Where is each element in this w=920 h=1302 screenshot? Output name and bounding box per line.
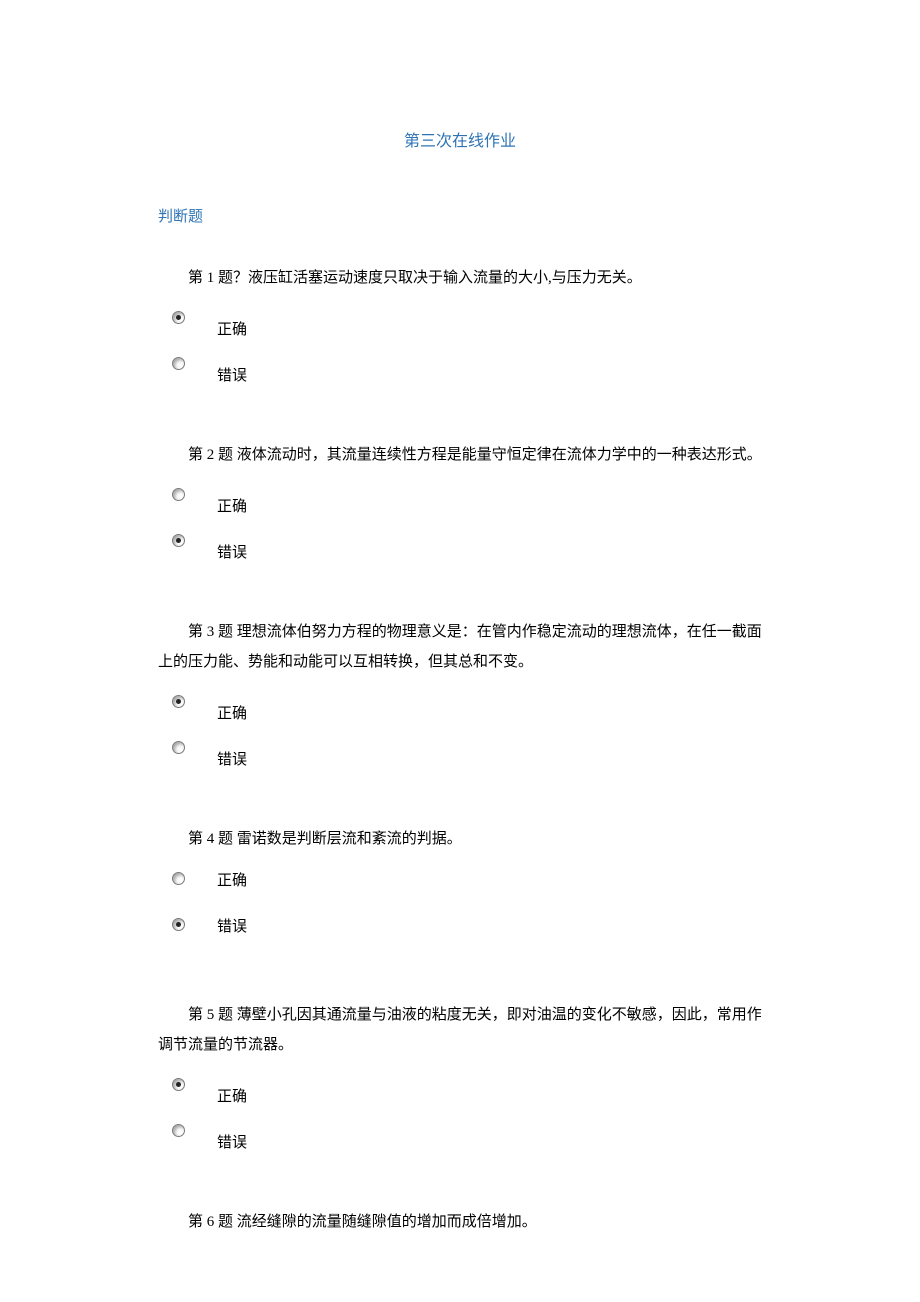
option-label: 正确 (217, 309, 247, 342)
question-block: 第 3 题 理想流体伯努力方程的物理意义是：在管内作稳定流动的理想流体，在任一截… (158, 617, 762, 772)
option-label: 错误 (217, 532, 247, 565)
question-block: 第 4 题 雷诺数是判断层流和紊流的判据。 正确 错误 (158, 824, 762, 948)
option-false[interactable]: 错误 (158, 1122, 762, 1155)
question-block: 第 2 题 液体流动时，其流量连续性方程是能量守恒定律在流体力学中的一种表达形式… (158, 440, 762, 565)
radio-icon[interactable] (172, 357, 185, 370)
page-title: 第三次在线作业 (158, 130, 762, 154)
radio-icon[interactable] (172, 741, 185, 754)
radio-icon[interactable] (172, 695, 185, 708)
question-text: 第 2 题 液体流动时，其流量连续性方程是能量守恒定律在流体力学中的一种表达形式… (158, 440, 762, 470)
radio-icon[interactable] (172, 1124, 185, 1137)
option-label: 错误 (217, 916, 247, 939)
option-label: 错误 (217, 1122, 247, 1155)
question-text: 第 1 题？液压缸活塞运动速度只取决于输入流量的大小,与压力无关。 (158, 263, 762, 293)
option-label: 错误 (217, 355, 247, 388)
option-false[interactable]: 错误 (158, 916, 762, 948)
option-label: 正确 (217, 870, 247, 893)
option-false[interactable]: 错误 (158, 532, 762, 565)
question-text: 第 4 题 雷诺数是判断层流和紊流的判据。 (158, 824, 762, 854)
radio-icon[interactable] (172, 488, 185, 501)
question-text: 第 6 题 流经缝隙的流量随缝隙值的增加而成倍增加。 (158, 1207, 568, 1237)
option-false[interactable]: 错误 (158, 739, 762, 772)
radio-icon[interactable] (172, 918, 185, 931)
question-block: 第 1 题？液压缸活塞运动速度只取决于输入流量的大小,与压力无关。 正确 错误 (158, 263, 762, 388)
option-true[interactable]: 正确 (158, 309, 762, 342)
option-label: 正确 (217, 486, 247, 519)
question-text: 第 5 题 薄壁小孔因其通流量与油液的粘度无关，即对油温的变化不敏感，因此，常用… (158, 1000, 762, 1060)
question-block: 第 5 题 薄壁小孔因其通流量与油液的粘度无关，即对油温的变化不敏感，因此，常用… (158, 1000, 762, 1155)
question-block: 第 6 题 流经缝隙的流量随缝隙值的增加而成倍增加。 (158, 1207, 762, 1237)
question-text: 第 3 题 理想流体伯努力方程的物理意义是：在管内作稳定流动的理想流体，在任一截… (158, 617, 762, 677)
option-true[interactable]: 正确 (158, 1076, 762, 1109)
option-true[interactable]: 正确 (158, 870, 762, 902)
radio-icon[interactable] (172, 872, 185, 885)
radio-icon[interactable] (172, 534, 185, 547)
option-true[interactable]: 正确 (158, 486, 762, 519)
option-label: 正确 (217, 1076, 247, 1109)
option-label: 正确 (217, 693, 247, 726)
option-label: 错误 (217, 739, 247, 772)
section-heading: 判断题 (158, 206, 762, 229)
option-false[interactable]: 错误 (158, 355, 762, 388)
option-true[interactable]: 正确 (158, 693, 762, 726)
radio-icon[interactable] (172, 311, 185, 324)
radio-icon[interactable] (172, 1078, 185, 1091)
